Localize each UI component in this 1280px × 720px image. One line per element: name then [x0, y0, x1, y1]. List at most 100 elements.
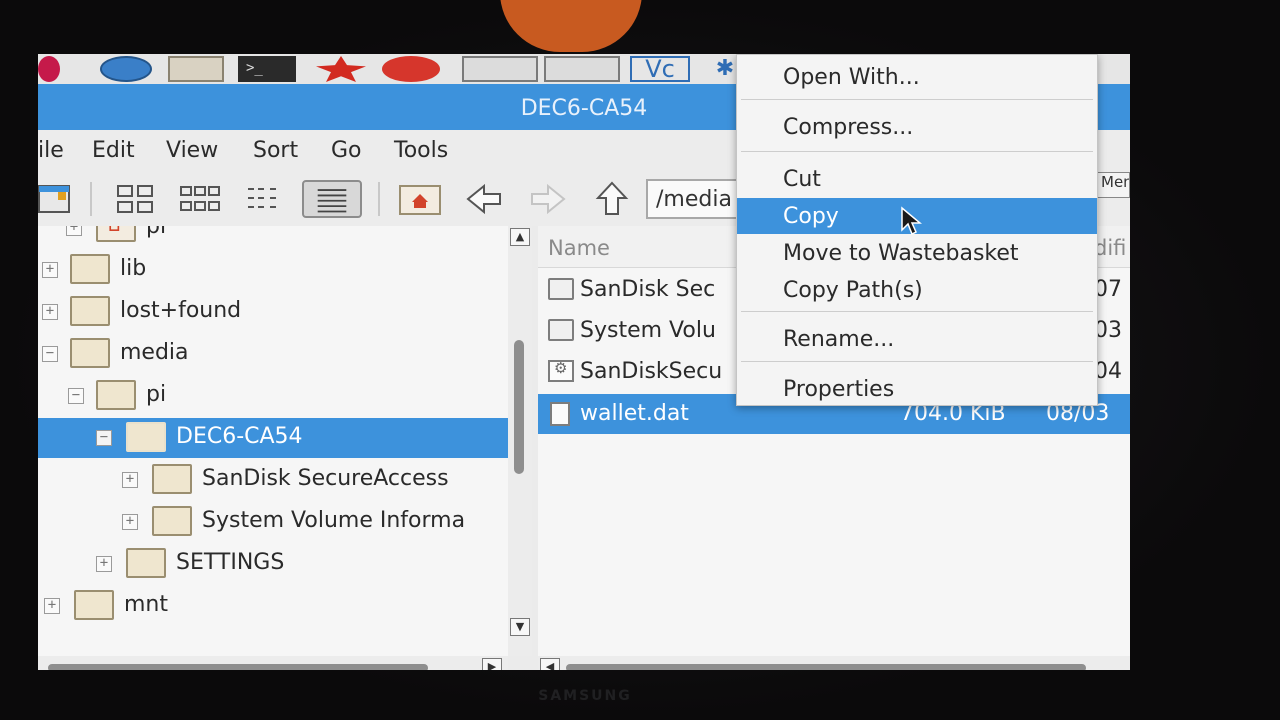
- menu-properties[interactable]: Properties: [737, 371, 1097, 407]
- menu-sort[interactable]: Sort: [253, 138, 298, 163]
- folder-icon: [152, 506, 192, 536]
- expand-icon[interactable]: +: [42, 304, 58, 320]
- folder-icon: [548, 278, 574, 300]
- directory-tree: + pi + lib + lost+found − media − pi − D…: [38, 226, 508, 656]
- folder-icon: [74, 590, 114, 620]
- compact-view-icon[interactable]: [244, 180, 288, 218]
- taskbar-window-button[interactable]: [544, 56, 620, 82]
- menu-separator: [741, 361, 1093, 362]
- thumbnail-view-icon[interactable]: [178, 180, 222, 218]
- expand-icon[interactable]: +: [66, 226, 82, 236]
- folder-icon: [126, 422, 166, 452]
- tree-vertical-scrollbar[interactable]: ▲ ▼: [508, 226, 532, 656]
- file-modified: 03: [1094, 318, 1122, 343]
- menu-go[interactable]: Go: [331, 138, 362, 163]
- tree-item-label: lost+found: [120, 298, 242, 323]
- menu-open-with[interactable]: Open With...: [737, 59, 1097, 95]
- menu-edit[interactable]: Edit: [92, 138, 135, 163]
- monitor-brand: SAMSUNG: [538, 688, 632, 704]
- tree-item-label: media: [120, 340, 189, 365]
- tree-item-label: SETTINGS: [176, 550, 285, 575]
- web-browser-icon[interactable]: [100, 56, 152, 82]
- folder-icon: [126, 548, 166, 578]
- file-name: System Volu: [580, 318, 716, 343]
- icon-view-icon[interactable]: [114, 180, 156, 218]
- up-arrow-icon[interactable]: [592, 180, 632, 218]
- menu-separator: [741, 151, 1093, 152]
- expand-icon[interactable]: +: [96, 556, 112, 572]
- scroll-down-icon[interactable]: ▼: [510, 618, 530, 636]
- menu-tools[interactable]: Tools: [394, 138, 448, 163]
- home-folder-icon: [96, 226, 136, 242]
- folder-icon: [548, 319, 574, 341]
- menu-toggle-button[interactable]: Men: [1096, 172, 1130, 198]
- menu-compress[interactable]: Compress...: [737, 109, 1097, 145]
- detailed-list-view-icon[interactable]: [302, 180, 362, 218]
- folder-icon: [70, 254, 110, 284]
- file-name: SanDisk Sec: [580, 277, 716, 302]
- tree-item-label: pi: [146, 382, 167, 407]
- collapse-icon[interactable]: −: [96, 430, 112, 446]
- tree-item-media-pi[interactable]: − pi: [38, 376, 508, 416]
- forward-arrow-icon[interactable]: [528, 180, 568, 218]
- menu-rename[interactable]: Rename...: [737, 321, 1097, 357]
- path-input[interactable]: /media: [646, 179, 746, 219]
- scrollbar-thumb[interactable]: [514, 340, 524, 474]
- expand-icon[interactable]: +: [42, 262, 58, 278]
- scroll-right-icon[interactable]: ▶: [482, 658, 502, 670]
- menu-view[interactable]: View: [166, 138, 218, 163]
- menu-separator: [741, 311, 1093, 312]
- menu-separator: [741, 99, 1093, 100]
- tree-item-system-volume-information[interactable]: + System Volume Informa: [38, 502, 508, 542]
- tree-item-label: SanDisk SecureAccess: [202, 466, 449, 491]
- scroll-left-icon[interactable]: ◀: [540, 658, 560, 670]
- mathematica-icon[interactable]: [316, 56, 366, 82]
- scrollbar-thumb[interactable]: [566, 664, 1086, 670]
- tree-item-dec6-ca54[interactable]: − DEC6-CA54: [38, 418, 508, 458]
- tree-item-media[interactable]: − media: [38, 334, 508, 374]
- column-name[interactable]: Name: [548, 236, 610, 260]
- expand-icon[interactable]: +: [122, 472, 138, 488]
- tree-item-pi-home[interactable]: + pi: [38, 226, 508, 248]
- toolbar-separator: [90, 182, 92, 216]
- tree-item-sandisk-secureaccess[interactable]: + SanDisk SecureAccess: [38, 460, 508, 500]
- bluetooth-icon[interactable]: ✱: [712, 56, 738, 82]
- collapse-icon[interactable]: −: [42, 346, 58, 362]
- mouse-cursor-icon: [901, 206, 922, 236]
- new-window-icon[interactable]: [38, 180, 72, 218]
- scroll-up-icon[interactable]: ▲: [510, 228, 530, 246]
- tree-item-lib[interactable]: + lib: [38, 250, 508, 290]
- tree-item-label: pi: [146, 226, 167, 239]
- screen: >_ Vc ✱ DEC6-CA54 ile Edit View Sort Go …: [38, 54, 1130, 670]
- document-icon: [550, 402, 570, 426]
- expand-icon[interactable]: +: [44, 598, 60, 614]
- folder-icon: [70, 338, 110, 368]
- menu-cut[interactable]: Cut: [737, 161, 1097, 197]
- file-list-horizontal-scrollbar[interactable]: ◀: [538, 656, 1130, 670]
- toolbar-separator: [378, 182, 380, 216]
- scrollbar-thumb[interactable]: [48, 664, 428, 670]
- column-modified[interactable]: difi: [1094, 236, 1126, 260]
- tree-item-mnt[interactable]: + mnt: [38, 586, 508, 626]
- menu-file[interactable]: ile: [38, 138, 64, 163]
- tree-item-label: DEC6-CA54: [176, 424, 303, 449]
- collapse-icon[interactable]: −: [68, 388, 84, 404]
- taskbar-window-button[interactable]: [462, 56, 538, 82]
- vnc-icon[interactable]: Vc: [630, 56, 690, 82]
- home-icon[interactable]: [398, 180, 442, 218]
- folder-icon: [152, 464, 192, 494]
- back-arrow-icon[interactable]: [464, 180, 504, 218]
- menu-copy-paths[interactable]: Copy Path(s): [737, 272, 1097, 308]
- wolfram-icon[interactable]: [382, 56, 440, 82]
- folder-icon: [96, 380, 136, 410]
- tree-horizontal-scrollbar[interactable]: ▶: [38, 656, 508, 670]
- tree-item-lost-found[interactable]: + lost+found: [38, 292, 508, 332]
- menu-move-to-wastebasket[interactable]: Move to Wastebasket: [737, 235, 1097, 271]
- raspberry-menu-icon[interactable]: [38, 56, 60, 82]
- tree-item-settings[interactable]: + SETTINGS: [38, 544, 508, 584]
- file-manager-icon[interactable]: [168, 56, 224, 82]
- expand-icon[interactable]: +: [122, 514, 138, 530]
- tree-item-label: System Volume Informa: [202, 508, 466, 533]
- terminal-icon[interactable]: >_: [238, 56, 296, 82]
- file-name: wallet.dat: [580, 401, 689, 426]
